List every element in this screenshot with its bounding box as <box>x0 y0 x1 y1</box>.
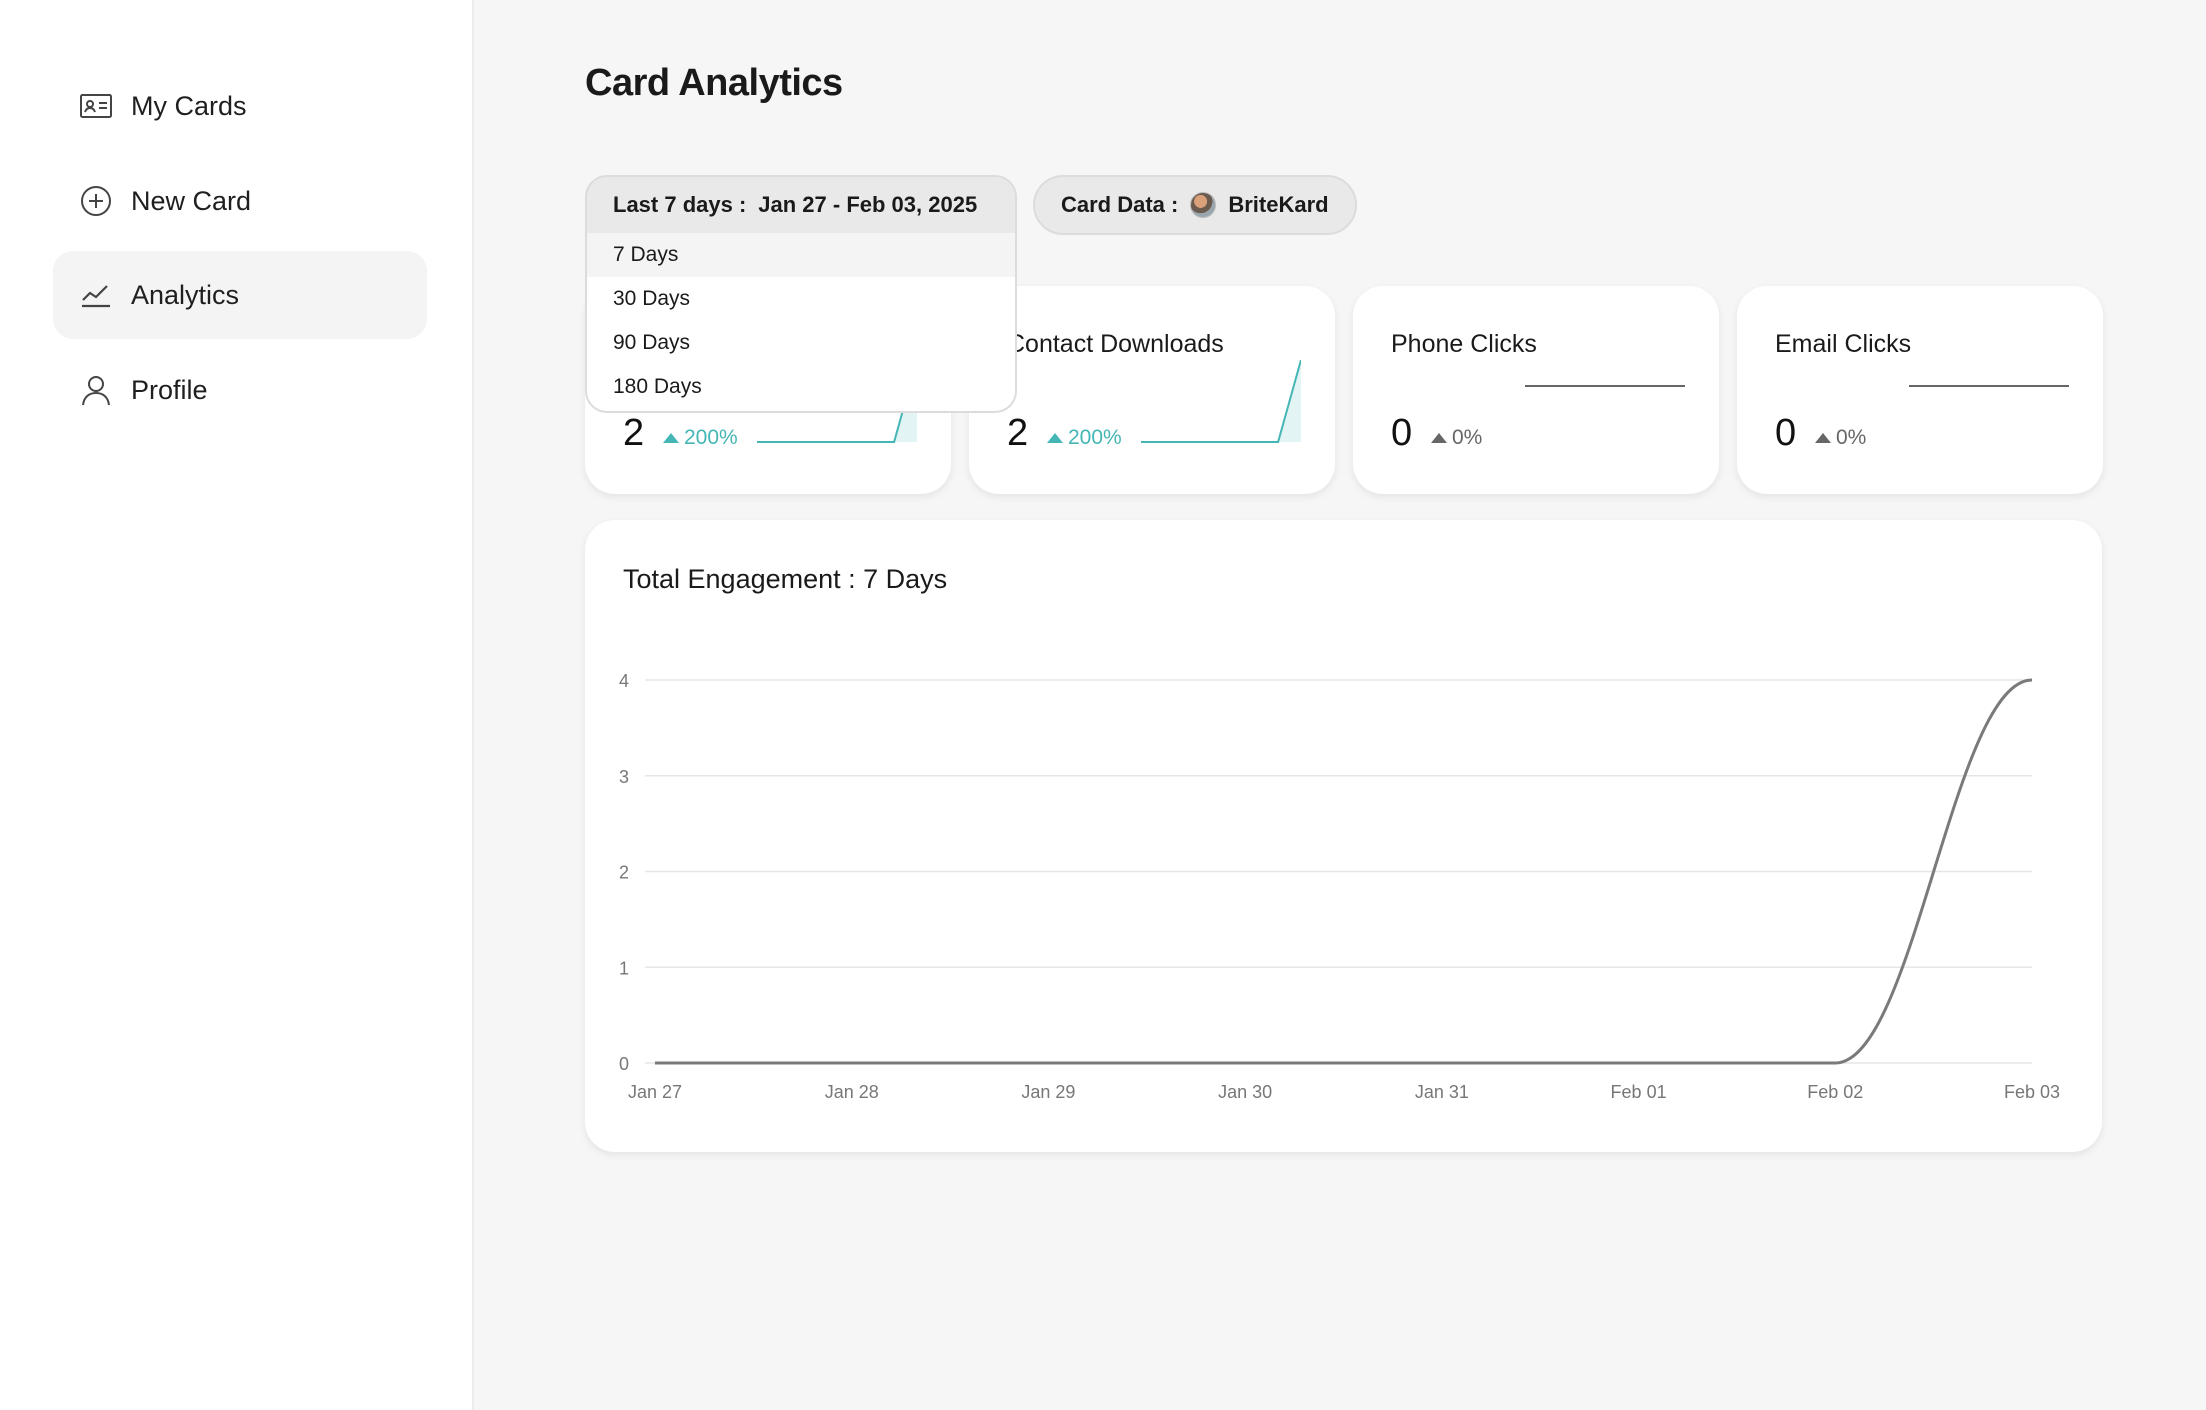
y-tick-label: 1 <box>619 958 629 978</box>
up-arrow-icon <box>1815 433 1831 443</box>
sidebar-item-new-card[interactable]: New Card <box>53 157 427 245</box>
up-arrow-icon <box>1047 433 1063 443</box>
stat-value: 0 <box>1775 412 1797 454</box>
sparkline <box>1141 359 1301 443</box>
stat-card-email-clicks: Email Clicks 0 0% <box>1737 286 2103 494</box>
sidebar-item-label: Profile <box>131 374 208 405</box>
up-arrow-icon <box>663 433 679 443</box>
y-tick-label: 0 <box>619 1054 629 1074</box>
total-engagement-card: 0 1 2 3 4 Jan 27 Jan 28 Jan 29 Jan 30 Jan 31 Feb 0… <box>585 520 2102 1152</box>
page-title: Card Analytics <box>585 62 843 104</box>
stat-title: Email Clicks <box>1775 330 1912 358</box>
dropdown-option-90-days[interactable]: 90 Days <box>587 321 1015 365</box>
sidebar-item-label: My Cards <box>131 90 247 121</box>
dropdown-option-180-days[interactable]: 180 Days <box>587 365 1015 409</box>
stat-change: 200% <box>1047 426 1122 450</box>
sparkline-area <box>1141 360 1301 442</box>
x-tick-label: Feb 02 <box>1807 1082 1863 1102</box>
x-tick-label: Jan 27 <box>628 1082 682 1102</box>
sidebar: My Cards New Card Analytics Profile <box>0 0 474 1410</box>
card-data-label: Card Data : <box>1061 192 1179 217</box>
date-range-menu: 7 Days 30 Days 90 Days 180 Days <box>585 233 1017 413</box>
user-icon <box>77 371 115 409</box>
sparkline <box>1525 385 1685 387</box>
sidebar-item-profile[interactable]: Profile <box>53 346 427 434</box>
stat-value: 2 <box>1007 412 1029 454</box>
stat-card-contact-downloads: Contact Downloads 2 200% <box>969 286 1335 494</box>
x-tick-label: Feb 01 <box>1611 1082 1667 1102</box>
chart-title: Total Engagement : 7 Days <box>623 564 948 594</box>
dropdown-option-30-days[interactable]: 30 Days <box>587 277 1015 321</box>
stat-change: 0% <box>1815 426 1866 450</box>
stat-change: 0% <box>1431 426 1482 450</box>
avatar <box>1190 192 1217 218</box>
stat-title: Contact Downloads <box>1007 330 1224 358</box>
dropdown-option-7-days[interactable]: 7 Days <box>587 233 1015 277</box>
stat-value: 0 <box>1391 412 1413 454</box>
sparkline-line <box>1141 359 1301 443</box>
sparkline <box>1909 385 2069 387</box>
card-name: BriteKard <box>1228 192 1329 217</box>
x-tick-label: Jan 30 <box>1218 1082 1272 1102</box>
x-tick-label: Jan 29 <box>1021 1082 1075 1102</box>
plus-circle-icon <box>77 182 115 220</box>
contact-card-icon <box>77 87 115 125</box>
up-arrow-icon <box>1431 433 1447 443</box>
sidebar-item-label: New Card <box>131 185 252 216</box>
y-tick-label: 3 <box>619 767 629 787</box>
sidebar-item-my-cards[interactable]: My Cards <box>53 62 427 150</box>
card-selector[interactable]: Card Data : BriteKard <box>1033 175 1357 235</box>
sidebar-item-label: Analytics <box>131 279 240 310</box>
trend-line-icon <box>77 276 115 314</box>
sidebar-item-analytics[interactable]: Analytics <box>53 251 427 339</box>
x-tick-label: Jan 31 <box>1415 1082 1469 1102</box>
date-range-dropdown[interactable]: Last 7 days : Jan 27 - Feb 03, 2025 <box>585 175 1017 235</box>
stat-value: 2 <box>623 412 645 454</box>
engagement-chart: 0 1 2 3 4 Jan 27 Jan 28 Jan 29 Jan 30 Jan 31 Feb 0… <box>619 671 2060 1102</box>
stat-change: 200% <box>663 426 738 450</box>
stat-title: Phone Clicks <box>1391 330 1537 358</box>
date-range-label: Last 7 days : <box>613 192 747 217</box>
date-range-value: Jan 27 - Feb 03, 2025 <box>758 192 978 217</box>
x-tick-label: Feb 03 <box>2004 1082 2060 1102</box>
stat-card-phone-clicks: Phone Clicks 0 0% <box>1353 286 1719 494</box>
y-tick-label: 4 <box>619 671 629 691</box>
x-tick-label: Jan 28 <box>825 1082 879 1102</box>
y-tick-label: 2 <box>619 863 629 883</box>
